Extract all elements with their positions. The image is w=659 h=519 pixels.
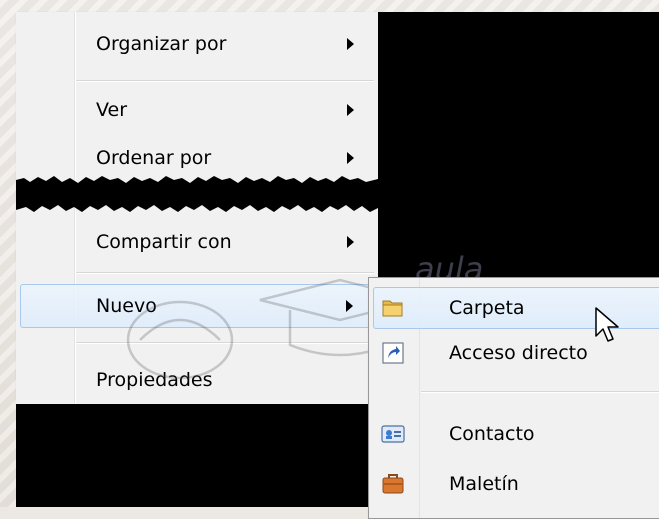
submenu-item-contacto[interactable]: Contacto	[371, 414, 659, 454]
submenu-item-label: Carpeta	[449, 297, 525, 319]
submenu-arrow-icon	[347, 104, 354, 116]
menu-item-label: Organizar por	[96, 33, 227, 55]
submenu-arrow-icon	[346, 300, 353, 312]
submenu-item-maletin[interactable]: Maletín	[371, 464, 659, 504]
shortcut-icon	[382, 342, 404, 364]
menu-item-propiedades[interactable]: Propiedades	[16, 358, 378, 402]
submenu-item-label: Acceso directo	[449, 342, 588, 364]
menu-separator	[76, 272, 374, 274]
folder-icon	[382, 300, 403, 317]
menu-item-label: Compartir con	[96, 231, 232, 253]
menu-item-label: Nuevo	[96, 295, 157, 317]
menu-item-nuevo[interactable]: Nuevo	[20, 284, 374, 328]
menu-item-organizar-por[interactable]: Organizar por	[16, 22, 378, 66]
contact-card-icon	[381, 425, 405, 443]
menu-separator	[76, 342, 374, 344]
menu-item-label: Ver	[96, 99, 128, 121]
submenu-item-label: Maletín	[449, 473, 519, 495]
submenu-separator	[421, 391, 659, 393]
menu-separator	[76, 80, 374, 82]
torn-edge-divider	[16, 176, 378, 212]
submenu-arrow-icon	[347, 152, 354, 164]
submenu-arrow-icon	[347, 38, 354, 50]
menu-item-label: Ordenar por	[96, 147, 212, 169]
submenu-item-label: Contacto	[449, 423, 535, 445]
menu-item-label: Propiedades	[96, 369, 213, 391]
menu-item-ver[interactable]: Ver	[16, 88, 378, 132]
mouse-cursor-icon	[595, 307, 619, 342]
submenu-arrow-icon	[347, 236, 354, 248]
briefcase-icon	[382, 474, 404, 494]
